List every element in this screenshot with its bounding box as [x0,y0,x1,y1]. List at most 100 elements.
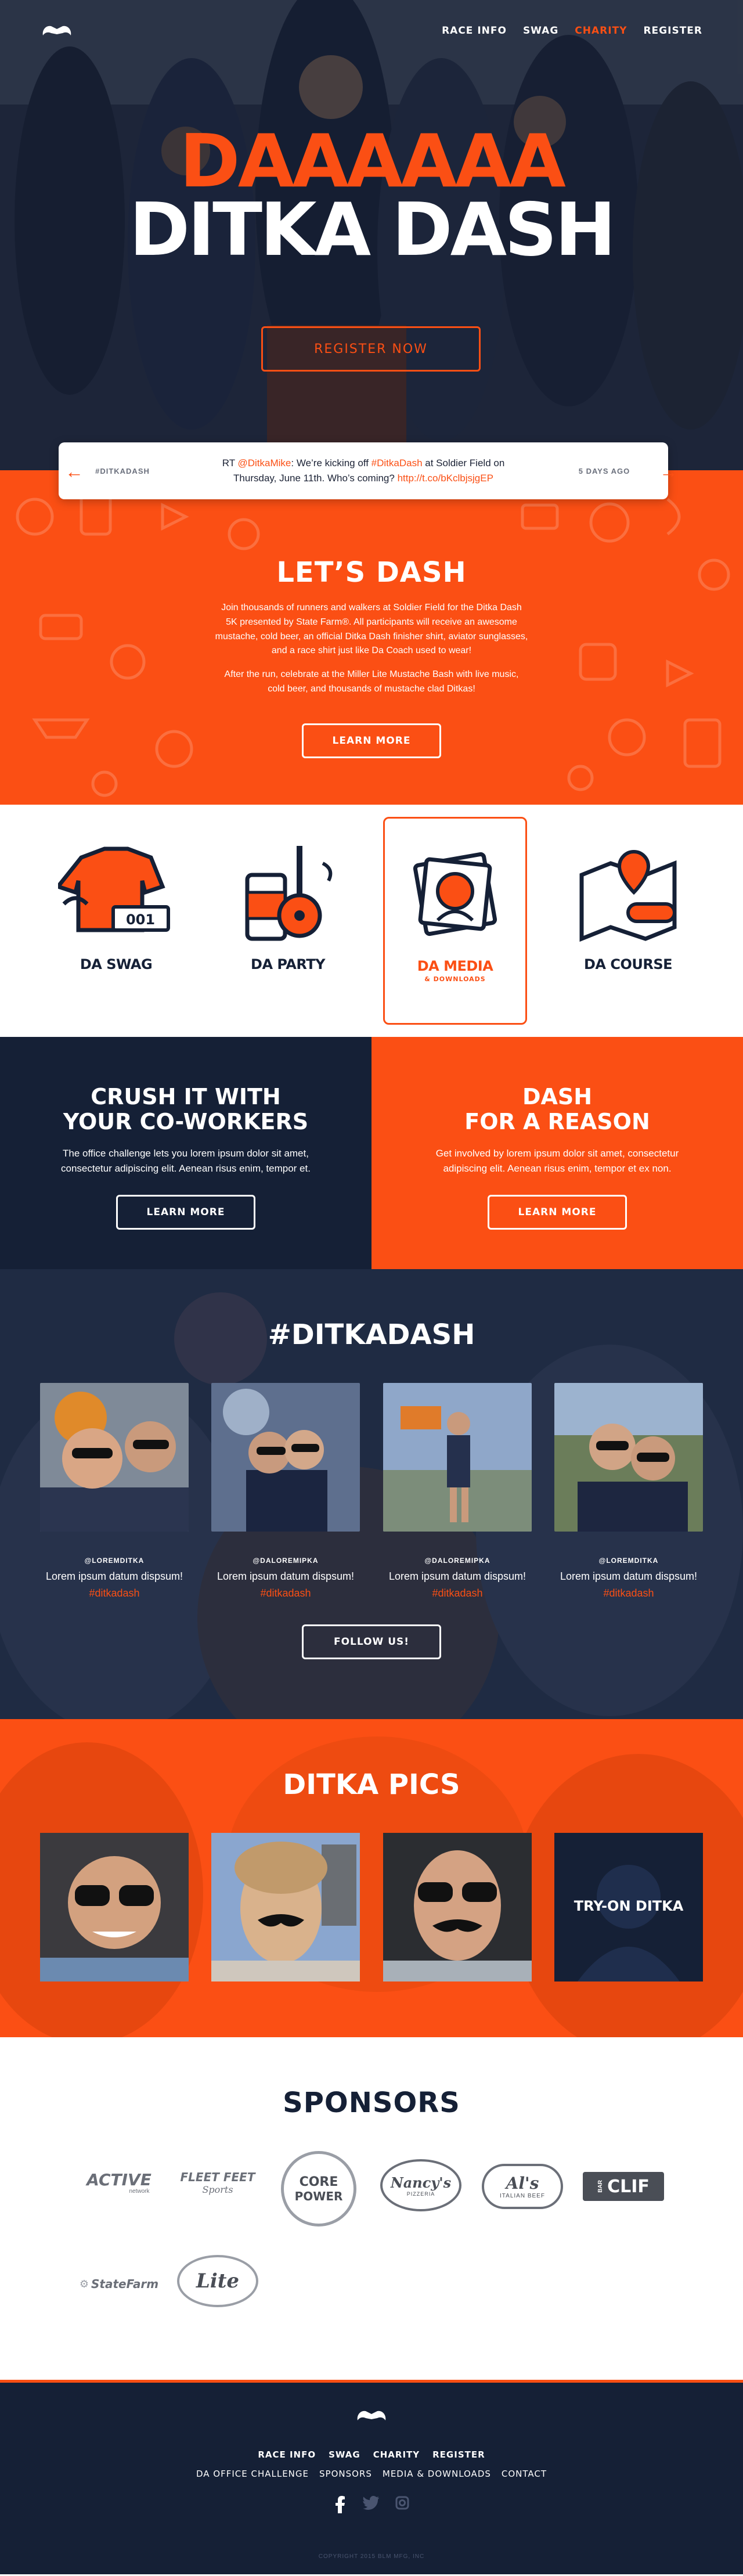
try-on-ditka-tile[interactable]: TRY-ON DITKA [554,1833,703,1981]
sponsors-title: SPONSORS [283,2087,460,2119]
tweet-text: RT @DitkaMike: We’re kicking off #DitkaD… [222,457,505,484]
sponsor-core-power-logo[interactable]: CORE POWER [281,2151,356,2226]
tile-da-course-label: DA COURSE [583,956,673,972]
split-cta: CRUSH IT WITH YOUR CO-WORKERS The office … [0,1037,743,1269]
follow-us-button[interactable]: FOLLOW US! [302,1624,441,1659]
social-photo [40,1383,189,1532]
nav-charity[interactable]: CHARITY [575,25,627,37]
coworkers-text: The office challenge lets you lorem ipsu… [61,1148,311,1174]
lets-dash-para1: Join thousands of runners and walkers at… [215,603,528,656]
reason-text: Get involved by lorem ipsum dolor sit am… [435,1148,679,1174]
try-on-ditka-label: TRY-ON DITKA [574,1898,684,1914]
mustache-logo-icon[interactable] [41,24,73,38]
tile-da-swag[interactable]: 001 DA SWAG [44,817,188,1025]
footer-charity-link[interactable]: CHARITY [373,2449,420,2460]
social-hashtag[interactable]: #ditkadash [383,1587,532,1599]
ditka-pic-photo[interactable] [211,1833,360,1981]
photos-icon [413,852,497,936]
tile-da-course[interactable]: DA COURSE [556,817,700,1025]
footer-secondary-links: DA OFFICE CHALLENGE SPONSORS MEDIA & DOW… [0,2469,743,2479]
reason-panel: DASH FOR A REASON Get involved by lorem i… [372,1037,743,1269]
footer-race-info-link[interactable]: RACE INFO [258,2449,316,2460]
coworkers-learn-more-button[interactable]: LEARN MORE [116,1195,255,1230]
reason-title: DASH FOR A REASON [464,1084,650,1134]
map-icon [579,849,677,942]
hero-title: DAAAAAA DITKA DASH [0,125,743,266]
instagram-icon[interactable] [395,2496,409,2510]
tweet-ticker: #DITKADASH RT @DitkaMike: We’re kicking … [59,442,668,499]
social-photo [211,1383,360,1532]
social-photo [383,1383,532,1532]
tile-da-party-label: DA PARTY [251,956,325,972]
tweet-prev-arrow-icon[interactable]: ← [63,460,86,483]
nav-swag[interactable]: SWAG [523,25,558,37]
social-handle: @DALOREMIPKA [424,1557,490,1565]
tweet-handle[interactable]: @DitkaMike [238,457,291,469]
coworkers-title: CRUSH IT WITH YOUR CO-WORKERS [63,1084,309,1134]
jersey-icon: 001 [58,846,170,932]
tile-da-media-sub: & DOWNLOADS [424,975,486,983]
feature-tiles: 001 DA SWAG DA PARTY DA MEDIA & DOWNLOAD… [0,805,743,1037]
sponsor-miller-lite-logo[interactable]: Lite [177,2255,258,2307]
social-post[interactable]: @LOREMDITKA Lorem ipsum datum dispsum! #… [40,1383,189,1599]
tweet-link[interactable]: http://t.co/bKclbjsjgEP [398,473,493,484]
lets-dash-learn-more-button[interactable]: LEARN MORE [302,723,441,758]
nav-register[interactable]: REGISTER [643,25,702,37]
sponsor-als-beef-logo[interactable]: Al's ITALIAN BEEF [482,2164,563,2209]
social-title: #DITKADASH [268,1318,475,1351]
sponsor-fleet-feet-logo[interactable]: FLEET FEET Sports [174,2162,261,2203]
tweet-next-arrow-icon[interactable]: → [657,460,680,483]
footer-media-link[interactable]: MEDIA & DOWNLOADS [383,2469,491,2479]
social-hashtag[interactable]: #ditkadash [40,1587,189,1599]
tile-da-party[interactable]: DA PARTY [216,817,360,1025]
lets-dash-section: LET’S DASH Join thousands of runners and… [0,470,743,805]
social-post[interactable]: @LOREMDITKA Lorem ipsum datum dispsum! #… [554,1383,703,1599]
ditka-pics-title: DITKA PICS [283,1768,460,1801]
hero-title-line2: DITKA DASH [129,187,616,272]
tile-da-media-label: DA MEDIA [417,958,493,974]
social-hashtag[interactable]: #ditkadash [554,1587,703,1599]
register-now-button[interactable]: REGISTER NOW [261,326,481,372]
nav-links: RACE INFO SWAG CHARITY REGISTER [442,25,702,37]
lets-dash-para2: After the run, celebrate at the Miller L… [224,669,519,694]
footer-primary-links: RACE INFO SWAG CHARITY REGISTER [0,2449,743,2460]
reason-learn-more-button[interactable]: LEARN MORE [488,1195,627,1230]
coworkers-panel: CRUSH IT WITH YOUR CO-WORKERS The office … [0,1037,372,1269]
hero: DAAAAAA DITKA DASH REGISTER NOW [0,0,743,470]
ditka-pic-photo[interactable] [40,1833,189,1981]
sponsor-state-farm-logo[interactable]: ⚙ StateFarm [75,2267,163,2301]
facebook-icon[interactable] [334,2496,347,2513]
ditka-pics-section: DITKA PICS TRY-ON DITKA [0,1719,743,2037]
ditka-pic-photo[interactable] [383,1833,532,1981]
social-feed-section: #DITKADASH @LOREMDITKA Lorem ipsum datum… [0,1269,743,1719]
social-caption: Lorem ipsum datum dispsum! [45,1570,183,1582]
footer-swag-link[interactable]: SWAG [329,2449,360,2460]
sponsor-clif-bar-logo[interactable]: BAR CLIF [583,2172,664,2201]
footer-contact-link[interactable]: CONTACT [502,2469,547,2479]
nav-race-info[interactable]: RACE INFO [442,25,507,37]
social-post[interactable]: @DALOREMIPKA Lorem ipsum datum dispsum! … [211,1383,360,1599]
footer-register-link[interactable]: REGISTER [432,2449,485,2460]
sponsor-nancys-logo[interactable]: Nancy's PIZZERIA [380,2159,461,2211]
footer: RACE INFO SWAG CHARITY REGISTER DA OFFIC… [0,2380,743,2574]
social-post[interactable]: @DALOREMIPKA Lorem ipsum datum dispsum! … [383,1383,532,1599]
footer-mustache-logo-icon[interactable] [355,2409,388,2423]
tile-da-media[interactable]: DA MEDIA & DOWNLOADS [383,817,527,1025]
sponsor-active-logo[interactable]: ACTIVE network [75,2162,163,2203]
footer-social-icons [0,2496,743,2513]
tweet-hashtag[interactable]: #DitkaDash [372,457,423,469]
tile-da-swag-label: DA SWAG [80,956,153,972]
social-handle: @LOREMDITKA [598,1557,659,1565]
social-hashtag[interactable]: #ditkadash [211,1587,360,1599]
social-photo [554,1383,703,1532]
social-caption: Lorem ipsum datum dispsum! [560,1570,698,1582]
footer-office-challenge-link[interactable]: DA OFFICE CHALLENGE [196,2469,309,2479]
social-handle: @DALOREMIPKA [253,1557,319,1565]
footer-sponsors-link[interactable]: SPONSORS [319,2469,372,2479]
twitter-icon[interactable] [363,2496,379,2510]
top-nav: RACE INFO SWAG CHARITY REGISTER [0,0,743,61]
tweet-time: 5 DAYS AGO [578,466,630,475]
social-caption: Lorem ipsum datum dispsum! [388,1570,526,1582]
lets-dash-title: LET’S DASH [276,556,467,589]
svg-text:001: 001 [126,911,155,928]
